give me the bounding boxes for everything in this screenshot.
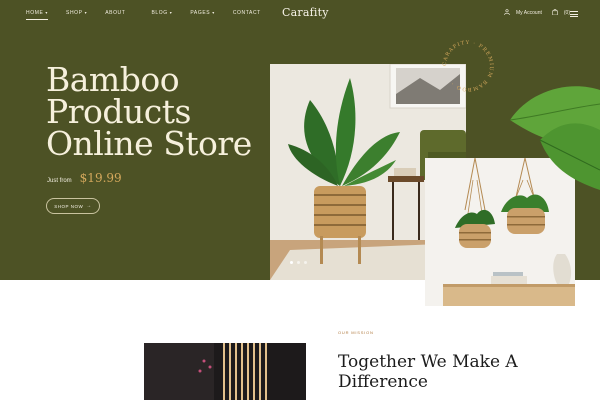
slider-dots xyxy=(290,261,307,264)
arrow-right-icon: → xyxy=(86,203,92,209)
my-account-link[interactable]: My Account xyxy=(516,10,542,16)
mission-eyebrow: OUR MISSION xyxy=(338,330,374,335)
chevron-down-icon: ▾ xyxy=(45,10,49,15)
chevron-down-icon: ▾ xyxy=(212,10,215,15)
price-row: Just from $19.99 xyxy=(47,171,122,185)
price-label: Just from xyxy=(47,178,72,184)
nav-menu: Home ▾ Shop ▾ About Blog ▾ Pages ▾ Contact xyxy=(26,10,279,20)
bag-icon[interactable] xyxy=(552,9,558,17)
nav-item-pages[interactable]: Pages ▾ xyxy=(190,10,214,16)
chevron-down-icon: ▾ xyxy=(169,10,173,15)
price-value: $19.99 xyxy=(79,171,122,185)
hero-title-line: Online Store xyxy=(46,124,252,163)
slider-dot[interactable] xyxy=(304,261,307,264)
svg-text:CARAFITY · PREMIUM BAMBOO ·: CARAFITY · PREMIUM BAMBOO · xyxy=(442,40,494,92)
hamburger-icon[interactable] xyxy=(570,11,578,17)
brand-seal: CARAFITY · PREMIUM BAMBOO · xyxy=(436,34,500,98)
nav-item-label: About xyxy=(105,10,126,16)
mission-title: Together We Make A Difference xyxy=(338,352,518,392)
shop-now-button[interactable]: SHOP NOW → xyxy=(46,198,100,214)
chevron-down-icon: ▾ xyxy=(84,10,88,15)
nav-item-label: Home xyxy=(26,10,44,16)
nav-item-home[interactable]: Home ▾ xyxy=(26,10,49,20)
nav-item-contact[interactable]: Contact xyxy=(233,10,261,16)
site-logo[interactable]: Carafity xyxy=(282,6,329,19)
nav-item-label: Contact xyxy=(232,10,261,16)
nav-item-label: Blog xyxy=(151,10,168,16)
nav-item-shop[interactable]: Shop ▾ xyxy=(66,10,87,16)
nav-item-about[interactable]: About xyxy=(105,10,125,16)
nav-item-label: Pages xyxy=(190,10,211,16)
nav-item-blog[interactable]: Blog ▾ xyxy=(151,10,172,16)
top-nav: Home ▾ Shop ▾ About Blog ▾ Pages ▾ Contact C… xyxy=(0,0,600,28)
shop-now-label: SHOP NOW xyxy=(54,203,84,209)
nav-actions: My Account (0) xyxy=(504,9,570,17)
nav-item-label: Shop xyxy=(66,10,83,16)
user-icon[interactable] xyxy=(504,9,510,17)
hero-title: Bamboo Products Online Store xyxy=(46,63,266,163)
slider-dot[interactable] xyxy=(290,261,293,264)
banana-leaf-decoration xyxy=(500,80,600,190)
slider-dot[interactable] xyxy=(297,261,300,264)
mission-image xyxy=(144,343,306,400)
